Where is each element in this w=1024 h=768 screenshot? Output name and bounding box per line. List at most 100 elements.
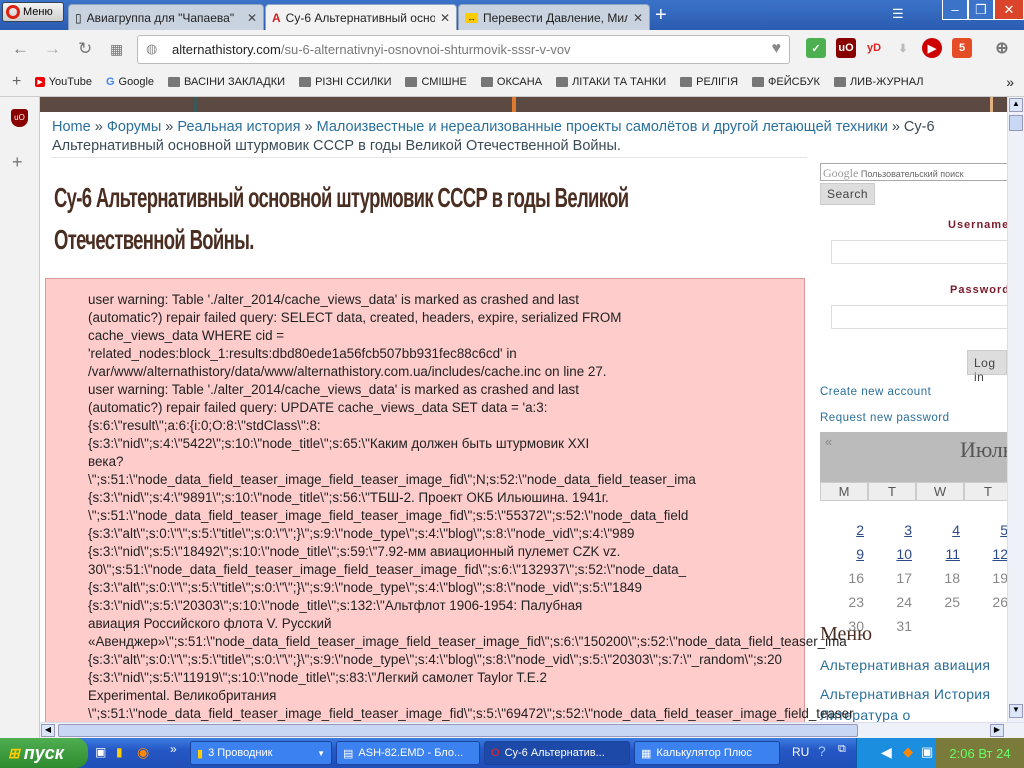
bookmark-heart-icon[interactable]: ♥	[772, 40, 782, 58]
bookmark-folder[interactable]: ВАСІНИ ЗАКЛАДКИ	[168, 76, 285, 88]
youtube-icon: ▶	[35, 77, 45, 87]
add-bookmark-icon[interactable]: +	[12, 73, 21, 91]
folder-icon: ▮	[197, 747, 204, 760]
taskbar-item-notepad[interactable]: ▤ ASH-82.EMD - Бло...	[336, 741, 480, 765]
bookmark-label: ЛІТАКИ ТА ТАНКИ	[572, 76, 667, 88]
back-icon[interactable]: ←	[12, 39, 29, 59]
calendar-day: 25	[944, 594, 960, 610]
calendar-day[interactable]: 11	[916, 546, 964, 562]
close-window-button[interactable]: ✕	[994, 0, 1024, 20]
calendar-day[interactable]: 12	[964, 546, 1007, 562]
more-bookmarks-button[interactable]: »	[1006, 74, 1014, 90]
quick-launch-media-icon[interactable]: ▮	[116, 745, 123, 759]
calendar-day[interactable]: 3	[868, 522, 916, 538]
vertical-scrollbar[interactable]: ▲ ▼	[1007, 97, 1024, 722]
tray-expand-icon[interactable]: ◀	[881, 744, 892, 761]
bookmark-label: Google	[118, 76, 155, 88]
new-tab-button[interactable]: +	[655, 4, 667, 27]
breadcrumb-home[interactable]: Home	[52, 119, 91, 135]
tray-avast-icon[interactable]: ◆	[903, 744, 913, 760]
bookmark-folder[interactable]: ЛИВ-ЖУРНАЛ	[833, 76, 924, 88]
language-indicator[interactable]: RU	[792, 745, 809, 759]
opera-menu-button[interactable]: Меню	[2, 2, 64, 22]
horizontal-scrollbar[interactable]: ◀ ▶	[40, 722, 1024, 738]
site-info-icon[interactable]: ◍	[146, 41, 157, 57]
username-input[interactable]	[831, 240, 1007, 264]
quick-launch-more-icon[interactable]: »	[170, 742, 177, 756]
calendar-month: Июль	[960, 437, 1007, 462]
calendar-day[interactable]: 10	[868, 546, 916, 562]
password-input[interactable]	[831, 305, 1007, 329]
help-icon[interactable]: ?	[818, 743, 826, 759]
forward-icon[interactable]: →	[44, 39, 61, 59]
web-page: Home » Форумы » Реальная история » Малои…	[40, 97, 1007, 722]
taskbar-label: Калькулятор Плюс	[656, 747, 752, 759]
calendar-day[interactable]: 5	[964, 522, 1007, 538]
minimize-button[interactable]: –	[942, 0, 968, 20]
address-bar[interactable]: ◍ alternathistory.com/su-6-alternativnyi…	[137, 35, 790, 64]
login-button[interactable]: Log in	[967, 350, 1007, 384]
error-line: {s:3:\"nid\";s:5:\"20303\";s:10:\"node_t…	[88, 598, 583, 613]
video-extension-icon[interactable]: ▶	[922, 38, 942, 58]
bookmark-folder[interactable]: СМІШНЕ	[405, 76, 467, 88]
ublock-sidebar-icon[interactable]: uO	[11, 109, 28, 127]
tab-converter[interactable]: ↔ Перевести Давление, Милл ✕	[458, 4, 650, 30]
tab-aviagruppa[interactable]: ▯ Авиагруппа для "Чапаева" ✕	[68, 4, 264, 30]
breadcrumb-forums[interactable]: Форумы	[107, 119, 161, 135]
bookmark-label: РЕЛІГІЯ	[696, 76, 739, 88]
search-button[interactable]: Search	[820, 183, 876, 205]
taskbar-item-calculator[interactable]: ▦ Калькулятор Плюс	[634, 741, 780, 765]
bookmark-label: РІЗНІ ССИЛКИ	[315, 76, 392, 88]
bookmark-youtube[interactable]: ▶ YouTube	[35, 76, 92, 88]
scroll-left-icon[interactable]: ◀	[41, 724, 55, 737]
speed-dial-icon[interactable]: ▦	[110, 41, 123, 58]
bookmark-folder[interactable]: ЛІТАКИ ТА ТАНКИ	[556, 76, 666, 88]
add-sidebar-item-icon[interactable]: +	[12, 152, 23, 173]
taskbar-item-explorer[interactable]: ▮ 3 Проводник ▼	[190, 741, 332, 765]
ublock-extension-icon[interactable]: uO	[836, 38, 856, 58]
google-logo: Google	[823, 166, 859, 180]
password-label: Password	[950, 284, 1007, 296]
scroll-thumb[interactable]	[1009, 115, 1023, 131]
tab-menu-icon[interactable]: ☰	[892, 6, 904, 22]
scroll-up-icon[interactable]: ▲	[1009, 98, 1023, 112]
breadcrumb: Home » Форумы » Реальная история » Малои…	[52, 118, 1007, 156]
start-button[interactable]: ⊞ пуск	[0, 738, 88, 768]
download-extension-icon[interactable]: ⬇	[893, 38, 913, 58]
scroll-right-icon[interactable]: ▶	[990, 724, 1004, 737]
tab-title: Перевести Давление, Милл	[483, 10, 628, 25]
error-line: {s:3:\"alt\";s:0:\"\";s:5:\"title\";s:0:…	[88, 580, 642, 595]
downloads-icon[interactable]: ⊕	[992, 38, 1012, 58]
calendar-day-header: T	[868, 482, 916, 501]
windows-taskbar: ⊞ пуск ▣ ▮ ◉ » ▮ 3 Проводник ▼ ▤ ASH-82.EMD …	[0, 738, 1024, 768]
restore-bar-icon[interactable]: ⧉	[838, 743, 846, 756]
close-tab-icon[interactable]: ✕	[633, 11, 643, 25]
horizontal-scroll-thumb[interactable]	[58, 724, 858, 737]
yandex-disk-icon[interactable]: yD	[864, 38, 884, 58]
calendar-day[interactable]: 4	[916, 522, 964, 538]
close-tab-icon[interactable]: ✕	[440, 11, 450, 25]
html5-extension-icon[interactable]: 5	[952, 38, 972, 58]
tab-su6[interactable]: A Су-6 Альтернативный осно ✕	[265, 4, 457, 30]
bookmark-label: ОКСАНА	[496, 76, 543, 88]
tray-network-icon[interactable]: ▣	[921, 744, 933, 760]
breadcrumb-forum-category[interactable]: Малоизвестные и нереализованные проекты …	[317, 119, 888, 135]
bookmark-folder[interactable]: РЕЛІГІЯ	[680, 76, 738, 88]
reload-icon[interactable]: ↻	[78, 39, 92, 59]
bookmark-folder[interactable]: ОКСАНА	[480, 76, 543, 88]
error-line: {s:3:\"alt\";s:0:\"\";s:5:\"title\";s:0:…	[88, 526, 635, 541]
quick-launch-desktop-icon[interactable]: ▣	[95, 745, 106, 759]
site-header-banner	[40, 97, 1007, 112]
bookmark-folder[interactable]: ФЕЙСБУК	[752, 76, 820, 88]
scroll-down-icon[interactable]: ▼	[1009, 704, 1023, 718]
close-tab-icon[interactable]: ✕	[247, 11, 257, 25]
taskbar-item-opera[interactable]: O Су-6 Альтернатив...	[484, 741, 630, 765]
quick-launch-firefox-icon[interactable]: ◉	[137, 744, 149, 761]
adguard-extension-icon[interactable]: ✓	[806, 38, 826, 58]
breadcrumb-real-history[interactable]: Реальная история	[177, 119, 300, 135]
calendar-day: 24	[896, 594, 912, 610]
restore-button[interactable]: ❐	[968, 0, 994, 20]
bookmark-folder[interactable]: РІЗНІ ССИЛКИ	[299, 76, 391, 88]
bookmark-google[interactable]: G Google	[106, 76, 154, 88]
google-search-input[interactable]: Google Пользовательский поиск	[820, 163, 1007, 181]
